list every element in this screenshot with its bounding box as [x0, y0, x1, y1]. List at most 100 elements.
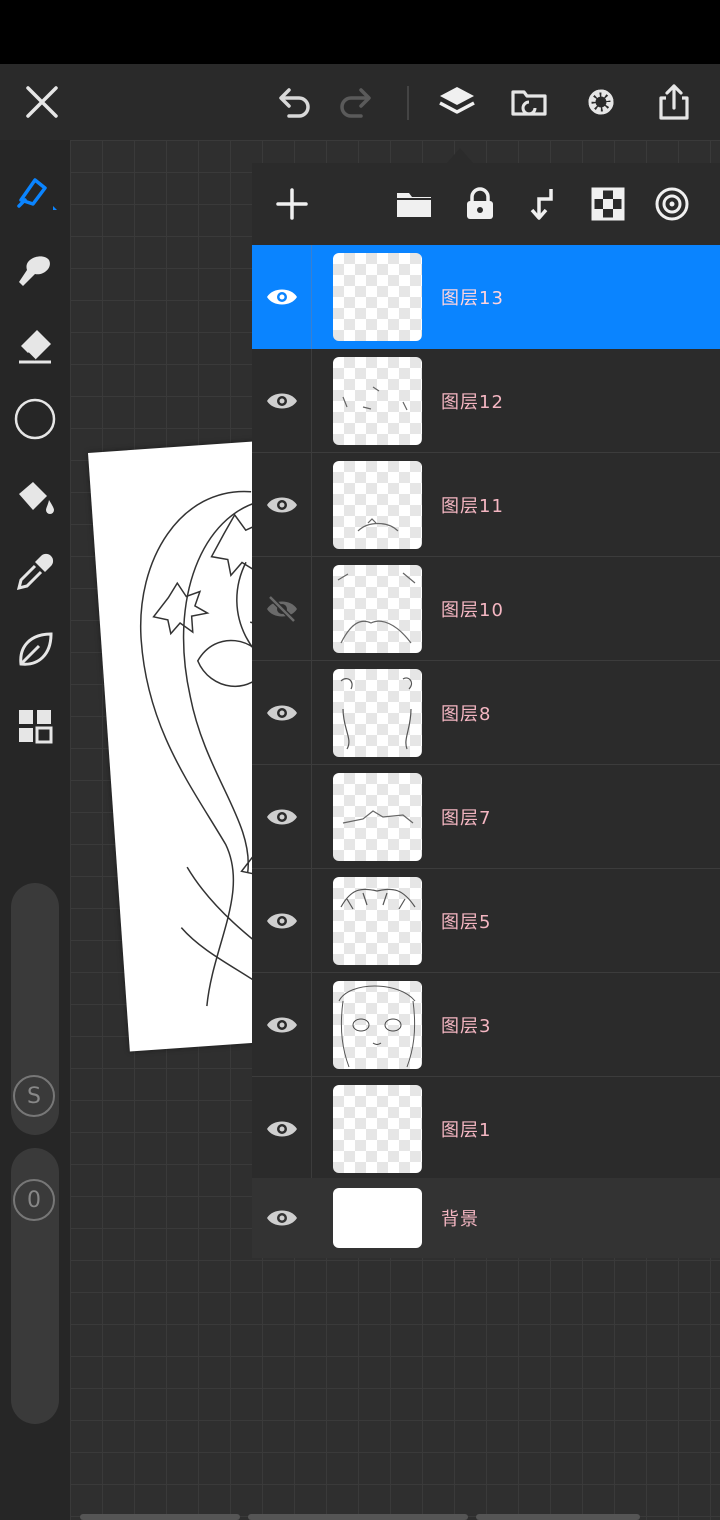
lock-icon	[467, 187, 493, 219]
eye-icon	[266, 393, 297, 408]
layer-row[interactable]: 图层1	[252, 1077, 720, 1181]
eyedropper-icon	[16, 553, 54, 591]
eye-icon	[266, 1121, 297, 1136]
layer-row[interactable]: 图层11	[252, 453, 720, 557]
leaf-tool[interactable]	[11, 626, 59, 674]
visibility-toggle[interactable]	[252, 1178, 312, 1258]
layer-name: 图层12	[441, 391, 504, 413]
redo-button[interactable]	[333, 78, 381, 126]
visibility-toggle[interactable]	[252, 973, 312, 1076]
blend-mode-button[interactable]	[650, 182, 694, 226]
layer-name: 图层5	[441, 911, 492, 933]
size-badge-label: S	[27, 1083, 41, 1109]
visibility-toggle[interactable]	[252, 453, 312, 556]
layer-name: 图层3	[441, 1015, 492, 1037]
close-button[interactable]	[18, 78, 66, 126]
settings-button[interactable]	[577, 78, 625, 126]
opacity-badge-label: 0	[27, 1187, 41, 1213]
status-bar	[0, 0, 720, 64]
layer-thumbnail	[333, 253, 422, 341]
add-layer-button[interactable]	[270, 182, 314, 226]
share-button[interactable]	[650, 78, 698, 126]
layer-name: 图层11	[441, 495, 504, 517]
smudge-icon	[19, 256, 50, 286]
visibility-toggle[interactable]	[252, 1077, 312, 1180]
layers-icon	[439, 87, 475, 114]
import-button[interactable]	[505, 78, 553, 126]
layer-row[interactable]: 图层13	[252, 245, 720, 349]
fill-tool[interactable]	[11, 472, 59, 520]
visibility-toggle[interactable]	[252, 349, 312, 452]
settings-icon	[588, 89, 614, 115]
grid-icon	[19, 710, 53, 744]
background-layer-row[interactable]: 背景	[252, 1178, 720, 1258]
layers-button[interactable]	[433, 78, 481, 126]
layer-thumbnail	[333, 773, 422, 861]
thumbnail-sketch	[342, 810, 414, 824]
toolbar-divider	[407, 86, 409, 120]
layer-name: 背景	[441, 1209, 479, 1230]
visibility-toggle[interactable]	[252, 557, 312, 660]
eyedropper-tool[interactable]	[11, 548, 59, 596]
eye-hidden-icon	[266, 594, 297, 623]
bottom-indicator	[248, 1514, 468, 1520]
smudge-tool[interactable]	[11, 246, 59, 294]
layer-row[interactable]: 图层7	[252, 765, 720, 869]
layer-thumbnail	[333, 669, 422, 757]
add-icon	[276, 188, 308, 220]
shape-tool[interactable]	[11, 395, 59, 443]
eye-icon	[266, 913, 297, 928]
thumbnail-sketch	[340, 677, 413, 750]
layer-name: 图层1	[441, 1119, 492, 1141]
layer-thumbnail	[333, 877, 422, 965]
eye-icon	[266, 497, 297, 512]
brush-icon	[17, 178, 57, 210]
eraser-icon	[19, 330, 51, 364]
gallery-tool[interactable]	[11, 702, 59, 750]
eye-icon	[266, 289, 297, 305]
thumbnail-sketch	[338, 985, 416, 1068]
background-thumbnail	[333, 1188, 422, 1248]
top-toolbar	[0, 64, 720, 140]
leaf-icon	[19, 632, 53, 666]
layer-thumbnail	[333, 981, 422, 1069]
layer-row[interactable]: 图层3	[252, 973, 720, 1077]
size-badge: S	[13, 1075, 55, 1117]
visibility-toggle[interactable]	[252, 245, 312, 349]
eraser-tool[interactable]	[11, 322, 59, 370]
opacity-badge: 0	[13, 1179, 55, 1221]
transparency-button[interactable]	[586, 182, 630, 226]
layer-row[interactable]: 图层12	[252, 349, 720, 453]
blend-icon	[655, 187, 689, 221]
layer-row[interactable]: 图层8	[252, 661, 720, 765]
thumbnail-sketch	[340, 888, 416, 910]
eye-icon	[266, 809, 297, 824]
eye-icon	[266, 705, 297, 720]
brush-tool[interactable]	[11, 168, 59, 216]
eye-icon	[267, 1210, 297, 1226]
layer-thumbnail	[333, 1085, 422, 1173]
eye-icon	[266, 1017, 297, 1032]
lock-layer-button[interactable]	[458, 182, 502, 226]
layer-row[interactable]: 图层5	[252, 869, 720, 973]
layer-row[interactable]: 图层10	[252, 557, 720, 661]
layer-name: 图层10	[441, 599, 504, 621]
transparency-icon	[591, 187, 625, 221]
thumbnail-sketch	[337, 572, 416, 644]
shape-icon	[14, 398, 56, 440]
layer-thumbnail	[333, 565, 422, 653]
layers-panel-toolbar	[252, 163, 720, 245]
new-folder-button[interactable]	[392, 182, 436, 226]
undo-button[interactable]	[269, 78, 317, 126]
visibility-toggle[interactable]	[252, 869, 312, 972]
visibility-toggle[interactable]	[252, 661, 312, 764]
redo-icon	[340, 88, 371, 118]
thumbnail-sketch	[357, 518, 399, 532]
merge-down-button[interactable]	[522, 182, 566, 226]
undo-icon	[279, 88, 310, 118]
layer-name: 图层13	[441, 288, 504, 309]
bottom-indicator	[476, 1514, 640, 1520]
layer-name: 图层8	[441, 703, 492, 725]
visibility-toggle[interactable]	[252, 765, 312, 868]
bottom-indicator	[80, 1514, 240, 1520]
